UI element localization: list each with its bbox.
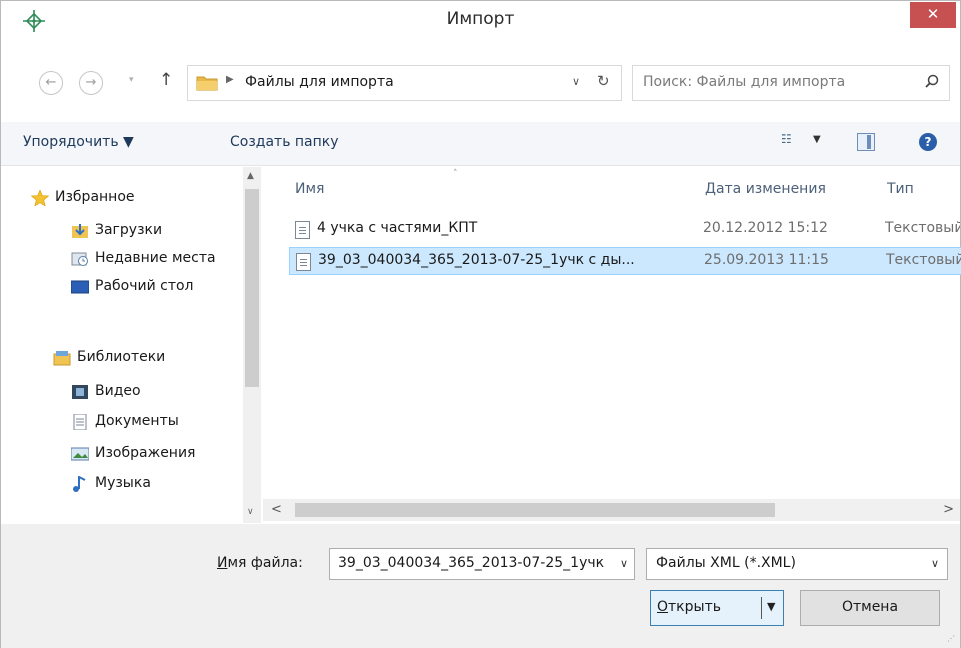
file-list: Имя ˄ Дата изменения Тип 4 учка с частям… bbox=[263, 167, 961, 523]
scroll-right-icon[interactable]: > bbox=[943, 502, 954, 517]
help-icon[interactable]: ? bbox=[919, 133, 937, 151]
downloads-folder-icon bbox=[72, 224, 88, 238]
chevron-down-icon[interactable]: ∨ bbox=[931, 557, 939, 570]
import-dialog: Импорт ✕ ← → ▾ ↑ ▶ Файлы для импорта ∨ ↻ bbox=[0, 0, 961, 648]
file-date: 20.12.2012 15:12 bbox=[703, 220, 828, 236]
sidebar-item-label: Недавние места bbox=[95, 250, 216, 266]
breadcrumb-separator-icon: ▶ bbox=[226, 74, 234, 85]
chevron-down-icon: ▾ bbox=[129, 75, 134, 85]
search-placeholder: Поиск: Файлы для импорта bbox=[643, 74, 846, 90]
sidebar-item-label: Избранное bbox=[55, 189, 135, 205]
address-bar[interactable]: ▶ Файлы для импорта ∨ ↻ bbox=[187, 65, 622, 101]
close-icon: ✕ bbox=[926, 5, 940, 23]
resize-grip-icon[interactable]: ⋰ bbox=[947, 635, 957, 645]
command-toolbar: Упорядочить ▼ Создать папку ☷ ▼ ? bbox=[1, 122, 960, 166]
filename-input[interactable]: 39_03_040034_365_2013-07-25_1учк с ды bbox=[338, 555, 606, 571]
back-button[interactable]: ← bbox=[39, 71, 63, 95]
search-input[interactable]: Поиск: Файлы для импорта bbox=[632, 65, 950, 101]
libraries-icon bbox=[53, 351, 71, 366]
refresh-button[interactable]: ↻ bbox=[597, 72, 610, 90]
file-name: 4 учка с частями_КПТ bbox=[317, 220, 478, 236]
sort-ascending-icon: ˄ bbox=[453, 169, 458, 179]
organize-button[interactable]: Упорядочить ▼ bbox=[23, 134, 134, 150]
scroll-down-icon[interactable]: ∨ bbox=[247, 507, 254, 517]
sidebar-item-label: Видео bbox=[95, 383, 141, 399]
desktop-icon bbox=[71, 280, 89, 294]
file-name: 39_03_040034_365_2013-07-25_1учк с ды... bbox=[318, 252, 635, 268]
file-type: Текстовый bbox=[885, 220, 960, 236]
open-options-dropdown-icon[interactable]: ▼ bbox=[767, 600, 775, 613]
search-icon bbox=[925, 74, 939, 88]
address-history-button[interactable]: ∨ bbox=[572, 75, 580, 88]
music-icon bbox=[73, 476, 86, 492]
column-header-date[interactable]: Дата изменения bbox=[705, 181, 826, 197]
title-bar: Импорт ✕ bbox=[1, 1, 960, 37]
table-row-selected[interactable]: 39_03_040034_365_2013-07-25_1учк с ды...… bbox=[289, 247, 961, 275]
navigation-pane: Избранное Загрузки Недавние места Рабочи… bbox=[1, 167, 263, 523]
documents-icon bbox=[73, 414, 87, 430]
open-button-label: Открыть bbox=[657, 599, 721, 615]
pictures-icon bbox=[71, 447, 89, 461]
split-button-divider bbox=[761, 597, 762, 619]
sidebar-item-label: Рабочий стол bbox=[95, 278, 194, 294]
scroll-up-icon[interactable]: ▲ bbox=[247, 171, 254, 181]
close-button[interactable]: ✕ bbox=[910, 2, 956, 28]
file-type: Текстовый bbox=[886, 252, 961, 268]
scrollbar-thumb[interactable] bbox=[295, 503, 775, 517]
text-file-icon bbox=[296, 253, 311, 271]
filetype-value: Файлы XML (*.XML) bbox=[656, 555, 796, 571]
file-date: 25.09.2013 11:15 bbox=[704, 252, 829, 268]
up-arrow-icon: ↑ bbox=[159, 70, 174, 90]
video-icon bbox=[72, 385, 88, 399]
breadcrumb-current-folder[interactable]: Файлы для импорта bbox=[245, 74, 394, 90]
cancel-button[interactable]: Отмена bbox=[800, 590, 940, 626]
recent-locations-button[interactable]: ▾ bbox=[129, 75, 134, 85]
recent-places-icon bbox=[71, 252, 88, 266]
sidebar-item-label: Музыка bbox=[95, 475, 151, 491]
text-file-icon bbox=[295, 221, 310, 239]
navigation-scrollbar[interactable]: ▲ ∨ bbox=[243, 167, 261, 523]
forward-arrow-icon: → bbox=[85, 75, 97, 90]
back-arrow-icon: ← bbox=[45, 75, 57, 90]
table-row[interactable]: 4 учка с частями_КПТ 20.12.2012 15:12 Те… bbox=[289, 216, 961, 244]
star-icon bbox=[31, 190, 49, 206]
scrollbar-thumb[interactable] bbox=[245, 189, 259, 387]
new-folder-button[interactable]: Создать папку bbox=[230, 134, 339, 150]
sidebar-item-label: Документы bbox=[95, 413, 179, 429]
column-header-type[interactable]: Тип bbox=[887, 181, 914, 197]
sidebar-item-label: Загрузки bbox=[95, 222, 163, 238]
filename-combobox[interactable]: 39_03_040034_365_2013-07-25_1учк с ды ∨ bbox=[329, 548, 635, 580]
sidebar-item-label: Изображения bbox=[95, 445, 196, 461]
file-list-hscrollbar[interactable]: < > bbox=[263, 499, 960, 521]
window-title: Импорт bbox=[446, 9, 515, 29]
sidebar-item-label: Библиотеки bbox=[77, 349, 166, 365]
column-header-name[interactable]: Имя bbox=[295, 181, 324, 197]
open-button[interactable]: Открыть ▼ bbox=[650, 590, 784, 626]
chevron-down-icon[interactable]: ∨ bbox=[620, 557, 628, 570]
address-row: ← → ▾ ↑ ▶ Файлы для импорта ∨ ↻ Поиск: Ф… bbox=[1, 63, 960, 103]
forward-button[interactable]: → bbox=[79, 71, 103, 95]
filetype-select[interactable]: Файлы XML (*.XML) ∨ bbox=[646, 548, 948, 580]
filename-label: Имя файла: bbox=[217, 555, 303, 571]
view-options-icon[interactable]: ☷ bbox=[781, 132, 792, 146]
view-dropdown-button[interactable]: ▼ bbox=[813, 134, 821, 145]
up-button[interactable]: ↑ bbox=[159, 70, 173, 90]
dialog-footer: Имя файла: 39_03_040034_365_2013-07-25_1… bbox=[1, 524, 960, 648]
folder-icon bbox=[196, 76, 218, 91]
preview-pane-icon[interactable] bbox=[857, 133, 875, 151]
scroll-left-icon[interactable]: < bbox=[271, 502, 282, 517]
